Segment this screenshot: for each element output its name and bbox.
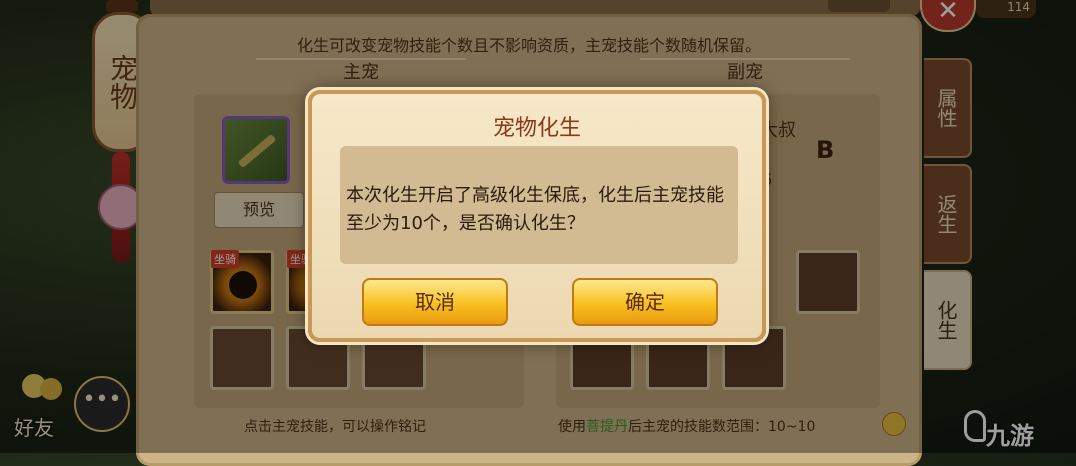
dialog-title: 宠物化生	[492, 116, 581, 141]
confirm-dialog: 宠物化生 本次化生开启了高级化生保底，化生后主宠技能至少为10个，是否确认化生？…	[308, 90, 766, 342]
confirm-button[interactable]: 确定	[572, 278, 718, 326]
dialog-message: 本次化生开启了高级化生保底，化生后主宠技能至少为10个，是否确认化生？	[340, 146, 738, 264]
cancel-button[interactable]: 取消	[362, 278, 508, 326]
